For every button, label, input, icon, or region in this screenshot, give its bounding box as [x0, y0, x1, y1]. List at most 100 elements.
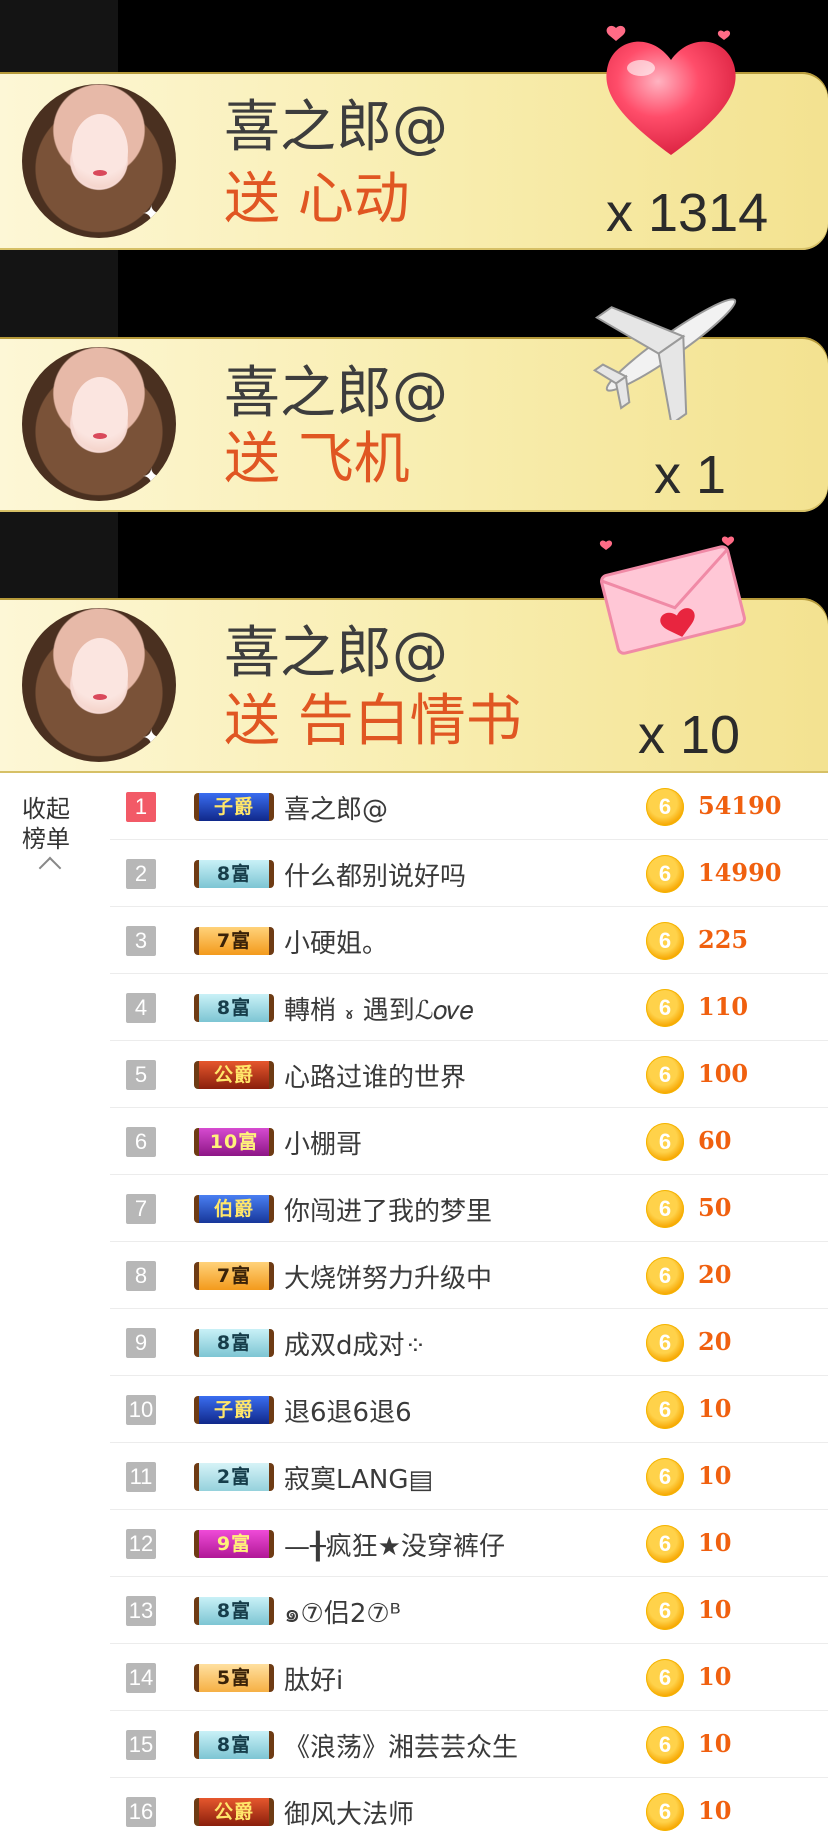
coin-icon: 6: [646, 1726, 684, 1764]
rank-number: 14: [126, 1663, 156, 1693]
collapse-ranking-button[interactable]: 收起 榜单: [22, 794, 82, 880]
contribution-score: 110: [698, 992, 749, 1021]
coin-icon: 6: [646, 1257, 684, 1295]
rank-number: 8: [126, 1261, 156, 1291]
user-name[interactable]: 退6退6退6: [284, 1392, 412, 1429]
contribution-score: 14990: [698, 858, 782, 887]
user-name[interactable]: 肽好i: [284, 1660, 343, 1697]
gift-sender-name: 喜之郎@: [224, 361, 448, 426]
contribution-score: 20: [698, 1327, 732, 1356]
gift-sender-name: 喜之郎@: [224, 621, 448, 686]
ranking-row[interactable]: 11 2富 寂寞LANG▤ 6 10: [110, 1443, 828, 1510]
rank-number: 5: [126, 1060, 156, 1090]
ranking-row[interactable]: 4 8富 轉梢 ៵ 遇到ℒ𝑜𝑣𝑒 6 110: [110, 974, 828, 1041]
contribution-score: 10: [698, 1595, 732, 1624]
ranking-row[interactable]: 10 子爵 退6退6退6 6 10: [110, 1376, 828, 1443]
level-badge: 子爵: [194, 1396, 274, 1424]
ranking-row[interactable]: 3 7富 小硬姐。 6 225: [110, 907, 828, 974]
contribution-score: 20: [698, 1260, 732, 1289]
coin-icon: 6: [646, 1391, 684, 1429]
gift-notification-area: ✦ 喜之郎@ 送 心动 x 1314 ✦ 喜之郎@ 送 飞机 x 1 ✦ 喜之郎: [0, 0, 828, 773]
ranking-row[interactable]: 6 10富 小棚哥 6 60: [110, 1108, 828, 1175]
level-badge: 公爵: [194, 1061, 274, 1089]
contribution-score: 10: [698, 1729, 732, 1758]
ranking-row[interactable]: 15 8富 《浪荡》湘芸芸众生 6 10: [110, 1711, 828, 1778]
gift-count: x 1314: [606, 183, 769, 243]
level-badge: 8富: [194, 1597, 274, 1625]
level-badge: 8富: [194, 994, 274, 1022]
coin-icon: 6: [646, 788, 684, 826]
collapse-label-line1: 收起: [22, 795, 70, 823]
coin-icon: 6: [646, 1190, 684, 1228]
level-badge: 2富: [194, 1463, 274, 1491]
ranking-row[interactable]: 12 9富 —╂疯狂★没穿裤仔 6 10: [110, 1510, 828, 1577]
gift-sender-name: 喜之郎@: [224, 95, 448, 160]
contribution-score: 100: [698, 1059, 749, 1088]
level-badge: 8富: [194, 860, 274, 888]
ranking-row[interactable]: 2 8富 什么都别说好吗 6 14990: [110, 840, 828, 907]
user-name[interactable]: 小棚哥: [284, 1124, 362, 1161]
user-name[interactable]: 成双d成对⁘: [284, 1325, 426, 1362]
gift-count: x 10: [638, 705, 741, 765]
ranking-row[interactable]: 16 公爵 御风大法师 6 10: [110, 1778, 828, 1844]
collapse-label-line2: 榜单: [22, 825, 70, 853]
level-badge: 公爵: [194, 1798, 274, 1826]
level-badge: 子爵: [194, 793, 274, 821]
rank-number: 4: [126, 993, 156, 1023]
ranking-list: 1 子爵 喜之郎@ 6 54190 2 8富 什么都别说好吗 6 14990 3 7富 小硬姐。 6 225…: [110, 773, 828, 1844]
coin-icon: 6: [646, 1458, 684, 1496]
contribution-score: 60: [698, 1126, 732, 1155]
rank-number: 6: [126, 1127, 156, 1157]
rank-number: 16: [126, 1797, 156, 1827]
gift-action: 送 告白情书: [224, 689, 522, 754]
rank-number: 1: [126, 792, 156, 822]
user-name[interactable]: 喜之郎@: [284, 789, 388, 826]
ranking-row[interactable]: 5 公爵 心路过谁的世界 6 100: [110, 1041, 828, 1108]
coin-icon: 6: [646, 1056, 684, 1094]
rank-number: 10: [126, 1395, 156, 1425]
coin-icon: 6: [646, 1324, 684, 1362]
coin-icon: 6: [646, 1793, 684, 1831]
user-name[interactable]: 《浪荡》湘芸芸众生: [284, 1727, 518, 1764]
ranking-row[interactable]: 1 子爵 喜之郎@ 6 54190: [110, 773, 828, 840]
level-badge: 8富: [194, 1731, 274, 1759]
contribution-score: 225: [698, 925, 749, 954]
user-name[interactable]: 轉梢 ៵ 遇到ℒ𝑜𝑣𝑒: [284, 990, 473, 1027]
ranking-row[interactable]: 13 8富 ๑⑦侣2⑦ᴮ 6 10: [110, 1577, 828, 1644]
sender-avatar: ✦: [22, 608, 176, 762]
user-name[interactable]: —╂疯狂★没穿裤仔: [284, 1526, 505, 1563]
rank-number: 11: [126, 1462, 156, 1492]
user-name[interactable]: 御风大法师: [284, 1794, 414, 1831]
gift-action: 送 飞机: [224, 427, 410, 492]
user-name[interactable]: 心路过谁的世界: [284, 1057, 466, 1094]
rank-number: 7: [126, 1194, 156, 1224]
coin-icon: 6: [646, 855, 684, 893]
ranking-row[interactable]: 8 7富 大烧饼努力升级中 6 20: [110, 1242, 828, 1309]
level-badge: 8富: [194, 1329, 274, 1357]
contribution-score: 10: [698, 1662, 732, 1691]
level-badge: 7富: [194, 927, 274, 955]
ranking-row[interactable]: 7 伯爵 你闯进了我的梦里 6 50: [110, 1175, 828, 1242]
love-letter-icon: [599, 536, 746, 655]
contribution-score: 54190: [698, 791, 782, 820]
ranking-row[interactable]: 14 5富 肽好i 6 10: [110, 1644, 828, 1711]
gift-action: 送 心动: [224, 167, 410, 232]
user-name[interactable]: 什么都别说好吗: [284, 856, 466, 893]
level-badge: 9富: [194, 1530, 274, 1558]
coin-icon: 6: [646, 1123, 684, 1161]
coin-icon: 6: [646, 989, 684, 1027]
ranking-row[interactable]: 9 8富 成双d成对⁘ 6 20: [110, 1309, 828, 1376]
user-name[interactable]: 大烧饼努力升级中: [284, 1258, 492, 1295]
rank-number: 13: [126, 1596, 156, 1626]
contribution-score: 10: [698, 1528, 732, 1557]
user-name[interactable]: ๑⑦侣2⑦ᴮ: [284, 1593, 401, 1634]
user-name[interactable]: 你闯进了我的梦里: [284, 1191, 492, 1228]
user-name[interactable]: 小硬姐。: [284, 923, 388, 960]
coin-icon: 6: [646, 1592, 684, 1630]
contribution-score: 50: [698, 1193, 732, 1222]
rank-number: 9: [126, 1328, 156, 1358]
level-badge: 5富: [194, 1664, 274, 1692]
contribution-score: 10: [698, 1394, 732, 1423]
sender-avatar: ✦: [22, 84, 176, 238]
user-name[interactable]: 寂寞LANG▤: [284, 1459, 433, 1496]
